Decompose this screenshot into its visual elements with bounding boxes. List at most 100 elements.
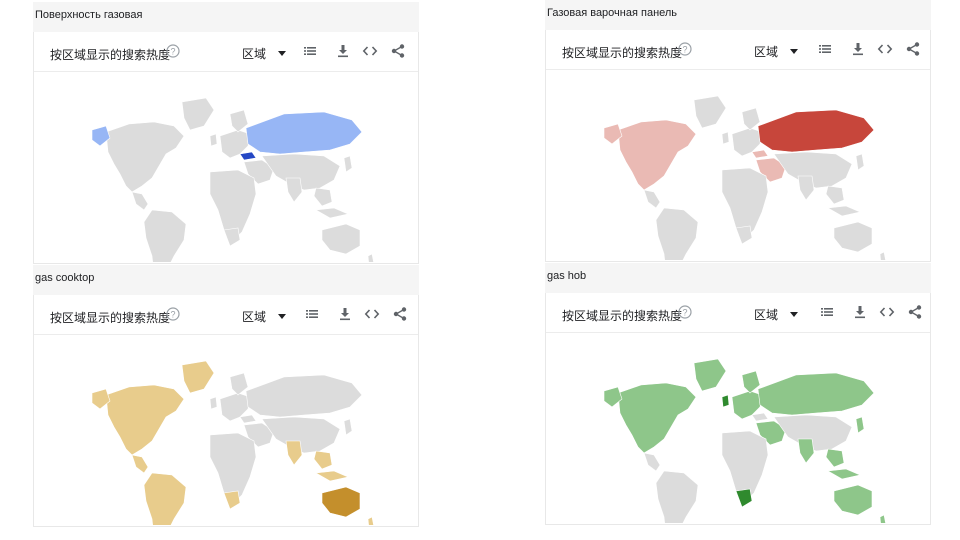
world-map[interactable] <box>546 335 932 523</box>
region-south-america[interactable] <box>143 472 187 525</box>
region-north-america[interactable] <box>105 384 185 456</box>
region-ukraine[interactable] <box>239 414 257 424</box>
region-russia[interactable] <box>757 372 875 416</box>
region-south-america[interactable] <box>655 207 699 260</box>
region-indonesia[interactable] <box>827 205 861 217</box>
region-uk[interactable] <box>721 131 730 145</box>
region-central-america[interactable] <box>643 189 661 209</box>
region-australia[interactable] <box>321 223 361 255</box>
region-se-asia[interactable] <box>825 185 845 205</box>
card-header: 按区域显示的搜索热度 区域 <box>34 295 418 335</box>
region-russia[interactable] <box>245 374 363 418</box>
region-japan[interactable] <box>855 153 865 171</box>
region-north-america[interactable] <box>105 121 185 193</box>
world-map-svg[interactable] <box>546 335 932 523</box>
panel-2: gas cooktop 按区域显示的搜索热度 区域 <box>33 265 419 527</box>
region-india[interactable] <box>797 438 815 464</box>
embed-icon[interactable] <box>364 306 380 322</box>
region-select[interactable]: 区域 <box>242 45 287 62</box>
region-greenland[interactable] <box>693 358 727 392</box>
region-india[interactable] <box>285 177 303 203</box>
region-japan[interactable] <box>343 155 353 173</box>
region-nz[interactable] <box>879 514 886 523</box>
region-south-africa[interactable] <box>735 225 753 245</box>
panel-0: Поверхность газовая 按区域显示的搜索热度 区域 <box>33 2 419 264</box>
region-scandinavia[interactable] <box>741 370 761 394</box>
list-icon[interactable] <box>302 43 318 59</box>
region-indonesia[interactable] <box>827 468 861 480</box>
share-icon[interactable] <box>907 304 923 320</box>
region-russia[interactable] <box>245 111 363 155</box>
region-australia[interactable] <box>833 221 873 253</box>
world-map[interactable] <box>546 72 932 260</box>
world-map[interactable] <box>34 74 420 262</box>
region-indonesia[interactable] <box>315 470 349 482</box>
region-uk[interactable] <box>721 394 730 408</box>
download-icon[interactable] <box>852 304 868 320</box>
region-north-america[interactable] <box>617 382 697 454</box>
region-central-america[interactable] <box>643 452 661 472</box>
region-scandinavia[interactable] <box>229 109 249 133</box>
download-icon[interactable] <box>335 43 351 59</box>
embed-icon[interactable] <box>877 41 893 57</box>
region-russia[interactable] <box>757 109 875 153</box>
list-icon[interactable] <box>304 306 320 322</box>
card-header: 按区域显示的搜索热度 区域 <box>546 30 930 70</box>
download-icon[interactable] <box>850 41 866 57</box>
region-se-asia[interactable] <box>825 448 845 468</box>
embed-icon[interactable] <box>879 304 895 320</box>
world-map-svg[interactable] <box>34 337 420 525</box>
region-india[interactable] <box>797 175 815 201</box>
region-uk[interactable] <box>209 396 218 410</box>
help-icon[interactable] <box>166 44 180 58</box>
region-select[interactable]: 区域 <box>754 306 799 323</box>
map-card: 按区域显示的搜索热度 区域 <box>545 30 931 262</box>
list-icon[interactable] <box>817 41 833 57</box>
region-south-america[interactable] <box>143 209 187 262</box>
share-icon[interactable] <box>905 41 921 57</box>
region-australia[interactable] <box>321 486 361 518</box>
world-map-svg[interactable] <box>34 74 420 262</box>
region-australia[interactable] <box>833 484 873 516</box>
region-ukraine[interactable] <box>239 151 257 161</box>
region-uk[interactable] <box>209 133 218 147</box>
region-japan[interactable] <box>855 416 865 434</box>
region-south-africa[interactable] <box>735 488 753 508</box>
region-central-america[interactable] <box>131 454 149 474</box>
region-scandinavia[interactable] <box>229 372 249 396</box>
embed-icon[interactable] <box>362 43 378 59</box>
region-se-asia[interactable] <box>313 450 333 470</box>
help-icon[interactable] <box>166 307 180 321</box>
help-icon[interactable] <box>678 305 692 319</box>
world-map[interactable] <box>34 337 420 525</box>
panel-title-bar: gas cooktop <box>33 265 419 295</box>
region-greenland[interactable] <box>693 95 727 129</box>
region-central-america[interactable] <box>131 191 149 211</box>
card-heading: 按区域显示的搜索热度 <box>562 309 683 323</box>
region-ukraine[interactable] <box>751 149 769 159</box>
region-select[interactable]: 区域 <box>242 308 287 325</box>
share-icon[interactable] <box>392 306 408 322</box>
region-india[interactable] <box>285 440 303 466</box>
region-se-asia[interactable] <box>313 187 333 207</box>
region-select[interactable]: 区域 <box>754 43 799 60</box>
region-nz[interactable] <box>367 253 374 262</box>
help-icon[interactable] <box>678 42 692 56</box>
download-icon[interactable] <box>337 306 353 322</box>
world-map-svg[interactable] <box>546 72 932 260</box>
region-south-africa[interactable] <box>223 227 241 247</box>
region-north-america[interactable] <box>617 119 697 191</box>
list-icon[interactable] <box>819 304 835 320</box>
region-south-africa[interactable] <box>223 490 241 510</box>
region-greenland[interactable] <box>181 97 215 131</box>
card-heading: 按区域显示的搜索热度 <box>562 46 683 60</box>
region-nz[interactable] <box>367 516 374 525</box>
region-greenland[interactable] <box>181 360 215 394</box>
region-indonesia[interactable] <box>315 207 349 219</box>
region-south-america[interactable] <box>655 470 699 523</box>
region-japan[interactable] <box>343 418 353 436</box>
region-scandinavia[interactable] <box>741 107 761 131</box>
share-icon[interactable] <box>390 43 406 59</box>
region-nz[interactable] <box>879 251 886 260</box>
region-ukraine[interactable] <box>751 412 769 422</box>
